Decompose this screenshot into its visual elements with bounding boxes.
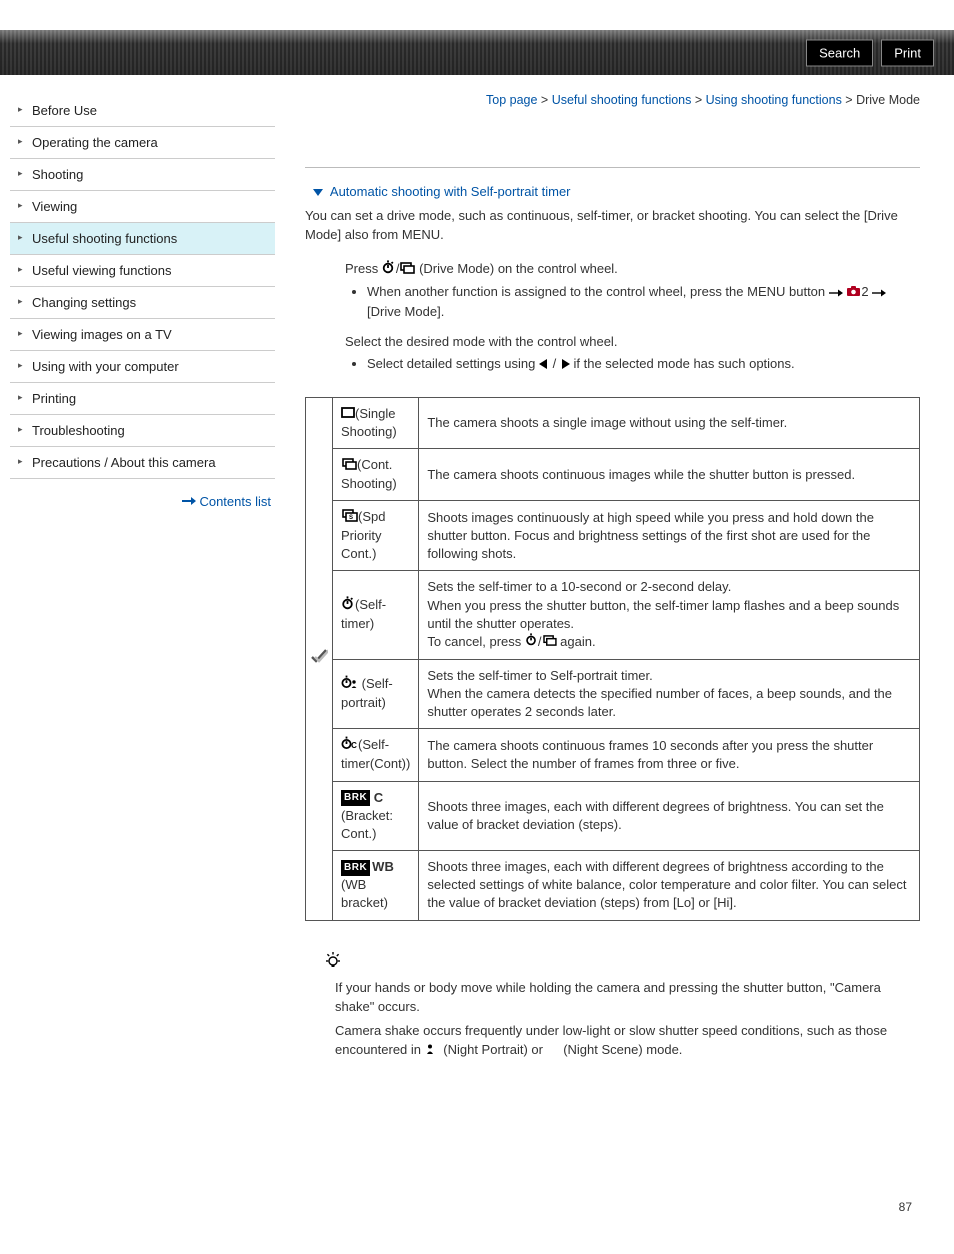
mode-desc: Shoots three images, each with different… bbox=[419, 781, 920, 851]
sidebar-item-viewing[interactable]: Viewing bbox=[10, 191, 275, 223]
continuous-icon bbox=[542, 633, 557, 651]
breadcrumb: Top page > Useful shooting functions > U… bbox=[305, 93, 920, 107]
divider bbox=[305, 167, 920, 168]
timer-icon bbox=[525, 633, 538, 651]
hint-icon bbox=[305, 951, 920, 974]
step-1: Press / (Drive Mode) on the control whee… bbox=[345, 259, 920, 322]
breadcrumb-top[interactable]: Top page bbox=[486, 93, 537, 107]
table-row: S(Spd Priority Cont.) Shoots images cont… bbox=[306, 501, 920, 571]
arrow-right-icon bbox=[829, 283, 843, 303]
header-button-group: Search Print bbox=[806, 39, 934, 66]
breadcrumb-cat[interactable]: Useful shooting functions bbox=[552, 93, 692, 107]
top-header: Search Print bbox=[0, 0, 954, 75]
mode-desc: The camera shoots continuous frames 10 s… bbox=[419, 729, 920, 781]
sidebar-item-printing[interactable]: Printing bbox=[10, 383, 275, 415]
mode-desc: Sets the self-timer to Self-portrait tim… bbox=[419, 659, 920, 729]
brk-badge-icon: BRK bbox=[341, 790, 370, 806]
table-row: C(Self-timer(Cont)) The camera shoots co… bbox=[306, 729, 920, 781]
step-2: Select the desired mode with the control… bbox=[345, 332, 920, 375]
speed-continuous-icon: S bbox=[341, 509, 358, 527]
brk-badge-icon: BRK bbox=[341, 860, 370, 876]
sidebar-item-computer[interactable]: Using with your computer bbox=[10, 351, 275, 383]
step-1-bullet: When another function is assigned to the… bbox=[367, 282, 920, 322]
intro-text: You can set a drive mode, such as contin… bbox=[305, 207, 920, 245]
step-2-bullet: Select detailed settings using / if the … bbox=[367, 354, 920, 374]
table-row: BRK C(Bracket: Cont.) Shoots three image… bbox=[306, 781, 920, 851]
sidebar-item-before-use[interactable]: Before Use bbox=[10, 95, 275, 127]
sidebar-item-viewing-tv[interactable]: Viewing images on a TV bbox=[10, 319, 275, 351]
sidebar-item-operating-camera[interactable]: Operating the camera bbox=[10, 127, 275, 159]
mode-desc: Shoots three images, each with different… bbox=[419, 851, 920, 921]
single-shot-icon bbox=[341, 405, 355, 423]
sidebar-item-precautions[interactable]: Precautions / About this camera bbox=[10, 447, 275, 479]
mode-desc: Shoots images continuously at high speed… bbox=[419, 501, 920, 571]
timer-person-icon bbox=[341, 675, 358, 694]
timer-cont-icon: C bbox=[341, 736, 358, 755]
sidebar-nav: Before Use Operating the camera Shooting… bbox=[0, 75, 275, 1254]
page-number: 87 bbox=[305, 1200, 920, 1214]
table-row: BRKWB(WB bracket) Shoots three images, e… bbox=[306, 851, 920, 921]
check-icon bbox=[310, 647, 328, 670]
sidebar-item-shooting[interactable]: Shooting bbox=[10, 159, 275, 191]
svg-text:C: C bbox=[351, 741, 357, 750]
night-scene-icon bbox=[547, 1041, 560, 1061]
print-button[interactable]: Print bbox=[881, 39, 934, 66]
continuous-icon bbox=[399, 260, 415, 280]
sidebar-item-troubleshooting[interactable]: Troubleshooting bbox=[10, 415, 275, 447]
hint-text: If your hands or body move while holding… bbox=[305, 978, 920, 1061]
table-row: (Self-timer) Sets the self-timer to a 10… bbox=[306, 571, 920, 659]
table-row: (Self-portrait) Sets the self-timer to S… bbox=[306, 659, 920, 729]
triangle-left-icon bbox=[539, 355, 549, 375]
svg-text:S: S bbox=[349, 515, 353, 521]
contents-list-link[interactable]: Contents list bbox=[199, 494, 271, 509]
mode-desc: Sets the self-timer to a 10-second or 2-… bbox=[419, 571, 920, 659]
night-portrait-icon bbox=[425, 1041, 440, 1061]
breadcrumb-sub[interactable]: Using shooting functions bbox=[706, 93, 842, 107]
search-button[interactable]: Search bbox=[806, 39, 873, 66]
breadcrumb-current: Drive Mode bbox=[856, 93, 920, 107]
self-portrait-anchor[interactable]: Automatic shooting with Self-portrait ti… bbox=[330, 184, 571, 199]
triangle-right-icon bbox=[560, 355, 570, 375]
sidebar-item-useful-viewing[interactable]: Useful viewing functions bbox=[10, 255, 275, 287]
timer-icon bbox=[341, 596, 355, 615]
mode-desc: The camera shoots continuous images whil… bbox=[419, 449, 920, 501]
timer-icon bbox=[382, 260, 396, 280]
sidebar-item-useful-shooting[interactable]: Useful shooting functions bbox=[10, 223, 275, 255]
camera-icon bbox=[846, 283, 861, 303]
drive-mode-table: (Single Shooting) The camera shoots a si… bbox=[305, 397, 920, 921]
triangle-down-icon bbox=[313, 189, 323, 196]
arrow-right-icon bbox=[872, 283, 886, 303]
continuous-icon bbox=[341, 457, 357, 475]
sidebar-item-changing-settings[interactable]: Changing settings bbox=[10, 287, 275, 319]
table-row: (Cont. Shooting) The camera shoots conti… bbox=[306, 449, 920, 501]
table-row: (Single Shooting) The camera shoots a si… bbox=[306, 397, 920, 449]
arrow-right-icon bbox=[182, 494, 196, 504]
mode-desc: The camera shoots a single image without… bbox=[419, 397, 920, 449]
main-content: Top page > Useful shooting functions > U… bbox=[275, 75, 940, 1254]
